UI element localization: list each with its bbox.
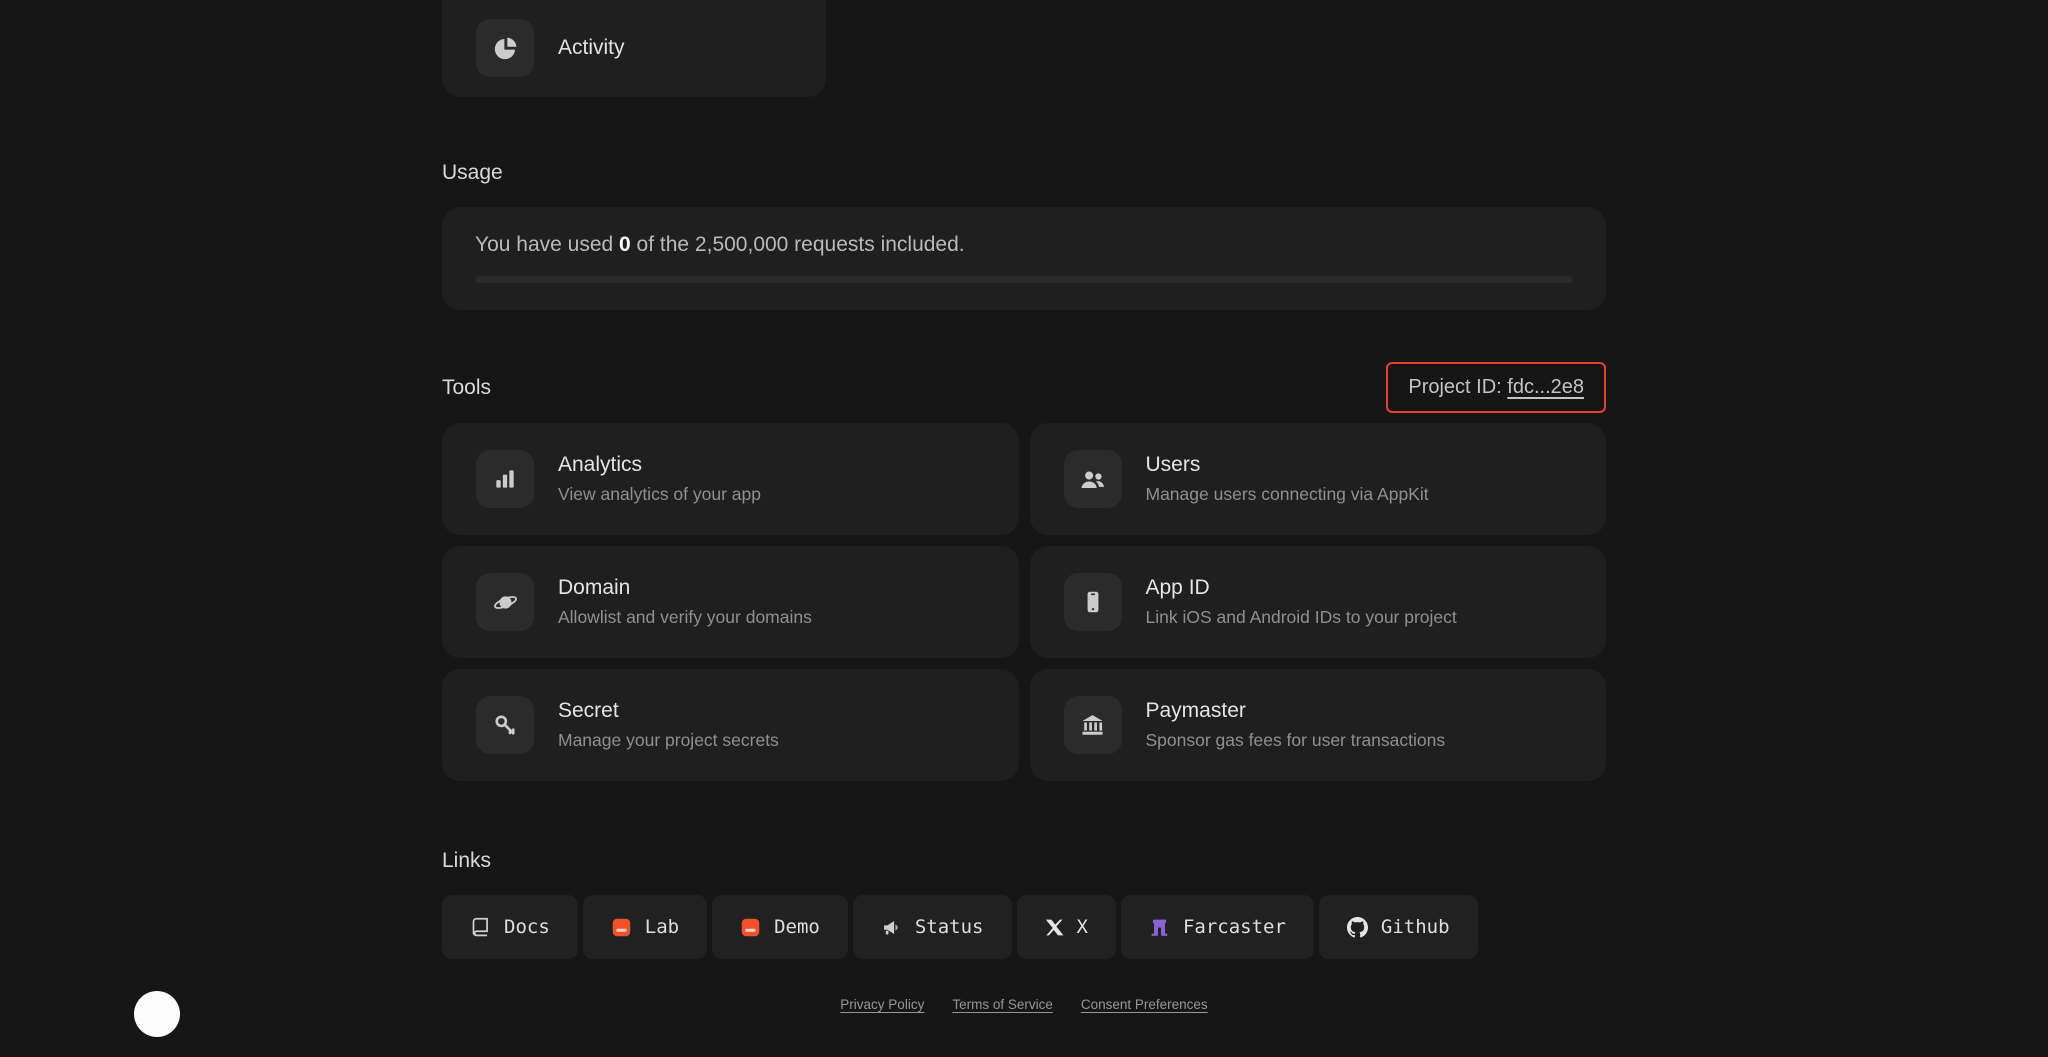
megaphone-icon xyxy=(881,917,902,938)
tool-description: View analytics of your app xyxy=(558,484,761,504)
tool-title: Domain xyxy=(558,576,631,599)
link-button-github[interactable]: Github xyxy=(1318,895,1478,959)
link-button-farcaster[interactable]: Farcaster xyxy=(1120,895,1314,959)
pie-chart-icon xyxy=(476,19,534,77)
bank-icon xyxy=(1063,696,1122,754)
link-button-status[interactable]: Status xyxy=(852,895,1012,959)
usage-progress-bar xyxy=(475,276,1573,283)
tool-card-app-id[interactable]: App ID Link iOS and Android IDs to your … xyxy=(1029,546,1606,658)
footer: Privacy Policy Terms of Service Consent … xyxy=(442,997,1606,1012)
sidebar-item-activity[interactable]: Activity xyxy=(442,0,826,97)
farcaster-icon xyxy=(1149,917,1170,938)
link-button-docs[interactable]: Docs xyxy=(442,895,578,959)
link-label: Github xyxy=(1380,916,1450,938)
book-icon xyxy=(470,917,491,938)
usage-card: You have used 0 of the 2,500,000 request… xyxy=(442,207,1606,310)
usage-heading: Usage xyxy=(442,161,503,184)
chat-widget[interactable] xyxy=(134,991,180,1037)
activity-label: Activity xyxy=(558,36,625,59)
tool-title: App ID xyxy=(1145,576,1210,599)
footer-link-terms-of-service[interactable]: Terms of Service xyxy=(952,997,1053,1012)
planet-icon xyxy=(476,573,534,631)
tool-description: Manage your project secrets xyxy=(558,730,779,750)
tool-description: Link iOS and Android IDs to your project xyxy=(1145,607,1457,627)
link-button-x[interactable]: X xyxy=(1016,895,1116,959)
project-id-label: Project ID: xyxy=(1408,376,1508,398)
lab-icon xyxy=(611,917,632,938)
link-label: Lab xyxy=(644,916,680,938)
usage-text: You have used 0 of the 2,500,000 request… xyxy=(475,233,1573,257)
tools-grid: Analytics View analytics of your app Use… xyxy=(442,423,1606,781)
link-label: X xyxy=(1076,916,1088,938)
usage-used-count: 0 xyxy=(619,233,631,256)
tool-description: Allowlist and verify your domains xyxy=(558,607,812,627)
tool-card-secret[interactable]: Secret Manage your project secrets xyxy=(442,669,1019,781)
tool-title: Secret xyxy=(558,699,619,722)
usage-text-suffix: of the 2,500,000 requests included. xyxy=(630,233,965,256)
tool-card-paymaster[interactable]: Paymaster Sponsor gas fees for user tran… xyxy=(1029,669,1606,781)
tool-card-analytics[interactable]: Analytics View analytics of your app xyxy=(442,423,1019,535)
key-icon xyxy=(476,696,534,754)
tool-description: Manage users connecting via AppKit xyxy=(1145,484,1429,504)
link-button-demo[interactable]: Demo xyxy=(712,895,848,959)
users-icon xyxy=(1063,450,1122,508)
tool-description: Sponsor gas fees for user transactions xyxy=(1145,730,1446,750)
tools-heading: Tools xyxy=(442,375,492,399)
links-row: Docs Lab Demo Status X Farcaster Github xyxy=(442,895,1606,959)
links-heading: Links xyxy=(442,849,492,872)
link-button-lab[interactable]: Lab xyxy=(582,895,708,959)
bar-chart-icon xyxy=(476,450,534,508)
project-id[interactable]: Project ID: fdc...2e8 xyxy=(1386,362,1606,413)
usage-text-prefix: You have used xyxy=(475,233,620,256)
footer-link-privacy-policy[interactable]: Privacy Policy xyxy=(840,997,924,1012)
link-label: Status xyxy=(914,916,984,938)
main-content: Activity Usage You have used 0 of the 2,… xyxy=(442,0,1606,1012)
demo-icon xyxy=(740,917,761,938)
tool-card-users[interactable]: Users Manage users connecting via AppKit xyxy=(1029,423,1606,535)
footer-link-consent-preferences[interactable]: Consent Preferences xyxy=(1081,997,1208,1012)
link-label: Docs xyxy=(504,916,550,938)
project-id-value[interactable]: fdc...2e8 xyxy=(1507,376,1584,398)
tool-title: Paymaster xyxy=(1145,699,1246,722)
link-label: Farcaster xyxy=(1182,916,1286,938)
tool-title: Analytics xyxy=(558,453,643,476)
mobile-icon xyxy=(1063,573,1122,631)
x-logo-icon xyxy=(1045,918,1064,937)
tool-card-domain[interactable]: Domain Allowlist and verify your domains xyxy=(442,546,1019,658)
github-icon xyxy=(1346,916,1368,938)
tool-title: Users xyxy=(1145,453,1201,476)
link-label: Demo xyxy=(774,916,820,938)
